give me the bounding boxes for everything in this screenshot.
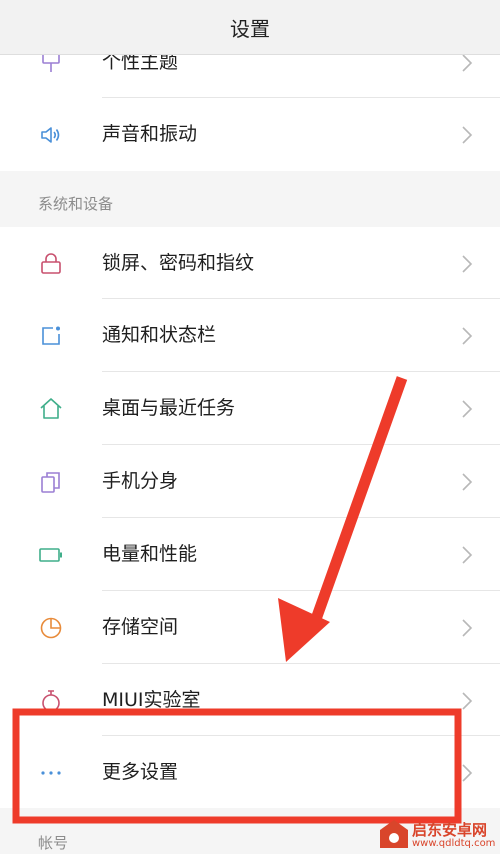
settings-item-label: 通知和状态栏 (102, 324, 217, 346)
chevron-right-icon (462, 619, 473, 637)
settings-item-notifications[interactable]: 通知和状态栏 (0, 299, 500, 372)
section-label: 系统和设备 (38, 195, 114, 213)
chevron-right-icon (462, 546, 473, 564)
settings-item-label: 锁屏、密码和指纹 (102, 252, 255, 274)
settings-item-battery[interactable]: 电量和性能 (0, 518, 500, 591)
watermark-logo-icon (380, 820, 408, 848)
section-label: 帐号 (38, 834, 69, 852)
settings-item-label: 更多设置 (102, 761, 179, 783)
flask-icon (42, 690, 60, 712)
settings-item-label: 桌面与最近任务 (102, 397, 236, 419)
settings-item-miui-lab[interactable]: MIUI实验室 (0, 664, 500, 737)
chevron-right-icon (462, 255, 473, 273)
home-icon (40, 398, 62, 419)
dual-phone-icon (41, 472, 60, 493)
chevron-right-icon (462, 473, 473, 491)
settings-item-storage[interactable]: 存储空间 (0, 591, 500, 664)
settings-item-lockscreen[interactable]: 锁屏、密码和指纹 (0, 227, 500, 300)
watermark-name: 启东安卓网 (412, 820, 488, 839)
chevron-right-icon (462, 327, 473, 345)
chevron-right-icon (462, 692, 473, 710)
battery-icon (39, 548, 62, 562)
lock-icon (41, 253, 61, 274)
title-bar: 设置 (0, 0, 500, 55)
chevron-right-icon (462, 126, 473, 144)
page-title: 设置 (230, 16, 270, 41)
settings-item-label: 电量和性能 (102, 543, 198, 565)
storage-pie-icon (40, 617, 62, 639)
speaker-icon (41, 127, 60, 143)
settings-item-label: 声音和振动 (102, 123, 198, 145)
settings-item-more[interactable]: 更多设置 (0, 736, 500, 809)
settings-item-sound[interactable]: 声音和振动 (0, 98, 500, 171)
settings-item-label: MIUI实验室 (102, 689, 201, 711)
section-header-system: 系统和设备 (0, 171, 500, 227)
more-dots-icon (41, 771, 61, 775)
watermark-url: www.qdldtq.com (412, 837, 496, 849)
settings-item-label: 手机分身 (102, 470, 179, 492)
settings-item-desktop[interactable]: 桌面与最近任务 (0, 372, 500, 445)
chevron-right-icon (462, 54, 473, 72)
settings-item-label: 存储空间 (102, 616, 179, 638)
chevron-right-icon (462, 764, 473, 782)
chevron-right-icon (462, 400, 473, 418)
watermark: 启东安卓网 www.qdldtq.com (378, 816, 500, 854)
notification-icon (42, 326, 60, 345)
settings-item-dual-apps[interactable]: 手机分身 (0, 445, 500, 518)
